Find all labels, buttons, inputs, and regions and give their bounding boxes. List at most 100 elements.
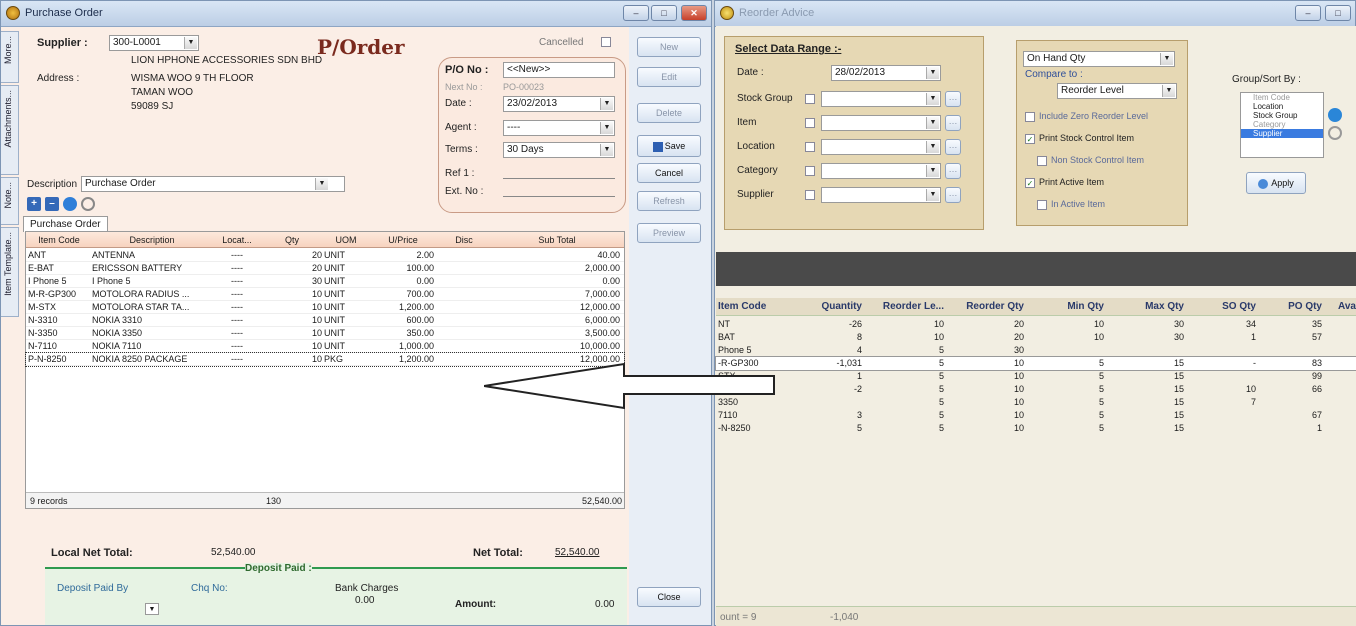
filter-select[interactable]: ▼	[821, 139, 941, 155]
filter-checkbox[interactable]	[805, 190, 815, 200]
table-row[interactable]: M-STX MOTOLORA STAR TA... ---- 10 UNIT 1,200.…	[26, 301, 624, 314]
tab-purchase-order[interactable]: Purchase Order	[23, 216, 108, 232]
refresh-button[interactable]: Refresh	[637, 191, 701, 211]
col-subtotal[interactable]: Sub Total	[492, 235, 622, 245]
filter-browse-button[interactable]: …	[945, 139, 961, 155]
table-row[interactable]: 3310-25105151066	[716, 383, 1356, 396]
table-row[interactable]: BAT 8 10 20 10 30 1 57	[716, 331, 1356, 344]
cancel-button[interactable]: Cancel	[637, 163, 701, 183]
table-row[interactable]: I Phone 5 I Phone 5 ---- 30 UNIT 0.00 0.00	[26, 275, 624, 288]
compare-to-select[interactable]: Reorder Level ▼	[1057, 83, 1177, 99]
filter-browse-button[interactable]: …	[945, 91, 961, 107]
group-item-code[interactable]: Item Code	[1241, 93, 1323, 102]
filter-checkbox[interactable]	[805, 94, 815, 104]
side-tab-item-template[interactable]: Item Template...	[1, 227, 19, 317]
maximize-button[interactable]: □	[1325, 5, 1351, 21]
minimize-button[interactable]: –	[1295, 5, 1321, 21]
supplier-code-select[interactable]: 300-L0001 ▼	[109, 35, 199, 51]
col-uprice[interactable]: U/Price	[370, 235, 436, 245]
side-tab-note[interactable]: Note...	[1, 177, 19, 225]
filter-select[interactable]: ▼	[821, 187, 941, 203]
table-row[interactable]: 3350 5 10 5 15 7	[716, 396, 1356, 409]
cancelled-checkbox[interactable]	[601, 37, 611, 47]
ra-column-header[interactable]: Reorder Qty	[948, 301, 1024, 312]
po-no-field[interactable]: <<New>>	[503, 62, 615, 78]
ra-column-header[interactable]: Max Qty	[1108, 301, 1184, 312]
ra-column-header[interactable]: SO Qty	[1188, 301, 1256, 312]
option-checkbox[interactable]	[1037, 200, 1047, 210]
maximize-button[interactable]: □	[651, 5, 677, 21]
extno-field[interactable]	[503, 196, 615, 197]
col-description[interactable]: Description	[92, 235, 212, 245]
table-row[interactable]: E-BAT ERICSSON BATTERY ---- 20 UNIT 100.00 2,0…	[26, 262, 624, 275]
ra-column-header[interactable]: Quantity	[786, 301, 862, 312]
group-location[interactable]: Location	[1241, 102, 1323, 111]
table-row[interactable]: N-3350 NOKIA 3350 ---- 10 UNIT 350.00 3,500.00	[26, 327, 624, 340]
filter-select[interactable]: ▼	[821, 91, 941, 107]
ref1-field[interactable]	[503, 178, 615, 179]
remove-row-icon[interactable]: –	[45, 197, 59, 211]
table-row[interactable]: -N-8250 5 5 10 5 15 1	[716, 422, 1356, 435]
ra-column-header[interactable]: PO Qty	[1260, 301, 1322, 312]
minimize-button[interactable]: –	[623, 5, 649, 21]
filter-browse-button[interactable]: …	[945, 187, 961, 203]
filter-checkbox[interactable]	[805, 166, 815, 176]
col-qty[interactable]: Qty	[262, 235, 322, 245]
terms-select[interactable]: 30 Days ▼	[503, 142, 615, 158]
option-checkbox[interactable]: ✓	[1025, 178, 1035, 188]
filter-select[interactable]: ▼	[821, 163, 941, 179]
filter-checkbox[interactable]	[805, 142, 815, 152]
col-location[interactable]: Locat...	[212, 235, 262, 245]
edit-button[interactable]: Edit	[637, 67, 701, 87]
table-row[interactable]: -R-GP300 -1,031 5 10 5 15-83	[715, 356, 1356, 371]
group-category[interactable]: Category	[1241, 120, 1323, 129]
on-hand-select[interactable]: On Hand Qty ▼	[1023, 51, 1175, 67]
table-row[interactable]: NT -26 10 20 10 30 34 35	[716, 318, 1356, 331]
table-row[interactable]: ANT ANTENNA ---- 20 UNIT 2.00 40.00	[26, 249, 624, 262]
search-item-icon[interactable]	[63, 197, 77, 211]
option-checkbox[interactable]	[1037, 156, 1047, 166]
filter-select[interactable]: ▼	[821, 115, 941, 131]
filter-browse-button[interactable]: …	[945, 163, 961, 179]
col-disc[interactable]: Disc	[436, 235, 492, 245]
group-stock-group[interactable]: Stock Group	[1241, 111, 1323, 120]
date-field[interactable]: 23/02/2013 ▼	[503, 96, 615, 112]
option-checkbox[interactable]	[1025, 112, 1035, 122]
move-down-icon[interactable]	[1328, 126, 1342, 140]
side-tab-more[interactable]: More...	[1, 31, 19, 83]
move-up-icon[interactable]	[1328, 108, 1342, 122]
ra-column-header[interactable]: Ava	[1326, 301, 1356, 312]
option-checkbox[interactable]: ✓	[1025, 134, 1035, 144]
ra-column-header[interactable]: Min Qty	[1028, 301, 1104, 312]
deposit-paid-by-select[interactable]: ▼	[145, 603, 159, 615]
preview-button[interactable]: Preview	[637, 223, 701, 243]
ra-column-header[interactable]: Reorder Le...	[866, 301, 944, 312]
close-button[interactable]: Close	[637, 587, 701, 607]
table-row[interactable]: M-R-GP300 MOTOLORA RADIUS ... ---- 10 UNIT 70…	[26, 288, 624, 301]
side-tab-attachments[interactable]: Attachments...	[1, 85, 19, 175]
ra-date-field[interactable]: 28/02/2013 ▼	[831, 65, 941, 81]
table-row[interactable]: STX151051599	[716, 370, 1356, 383]
group-supplier[interactable]: Supplier	[1241, 129, 1323, 138]
col-uom[interactable]: UOM	[322, 235, 370, 245]
save-button[interactable]: Save	[637, 135, 701, 157]
filter-checkbox[interactable]	[805, 118, 815, 128]
ra-titlebar[interactable]: Reorder Advice – □	[715, 1, 1355, 27]
refresh-icon[interactable]	[81, 197, 95, 211]
add-row-icon[interactable]: +	[27, 197, 41, 211]
table-row[interactable]: 7110 3 5 10 5 15 67	[716, 409, 1356, 422]
delete-button[interactable]: Delete	[637, 103, 701, 123]
agent-select[interactable]: ---- ▼	[503, 120, 615, 136]
description-field[interactable]: Purchase Order ▼	[81, 176, 345, 192]
new-button[interactable]: New	[637, 37, 701, 57]
filter-browse-button[interactable]: …	[945, 115, 961, 131]
col-item-code[interactable]: Item Code	[26, 235, 92, 245]
ra-column-header[interactable]: Item Code	[718, 301, 784, 312]
close-window-button[interactable]: ✕	[681, 5, 707, 21]
po-titlebar[interactable]: Purchase Order – □ ✕	[1, 1, 711, 27]
table-row[interactable]: Phone 5 4 5 30	[716, 344, 1356, 357]
apply-button[interactable]: Apply	[1246, 172, 1306, 194]
table-row[interactable]: N-7110 NOKIA 7110 ---- 10 UNIT 1,000.00 10,000…	[26, 340, 624, 353]
group-sort-list[interactable]: Item Code Location Stock Group Category …	[1240, 92, 1324, 158]
table-row[interactable]: N-3310 NOKIA 3310 ---- 10 UNIT 600.00 6,000.00	[26, 314, 624, 327]
